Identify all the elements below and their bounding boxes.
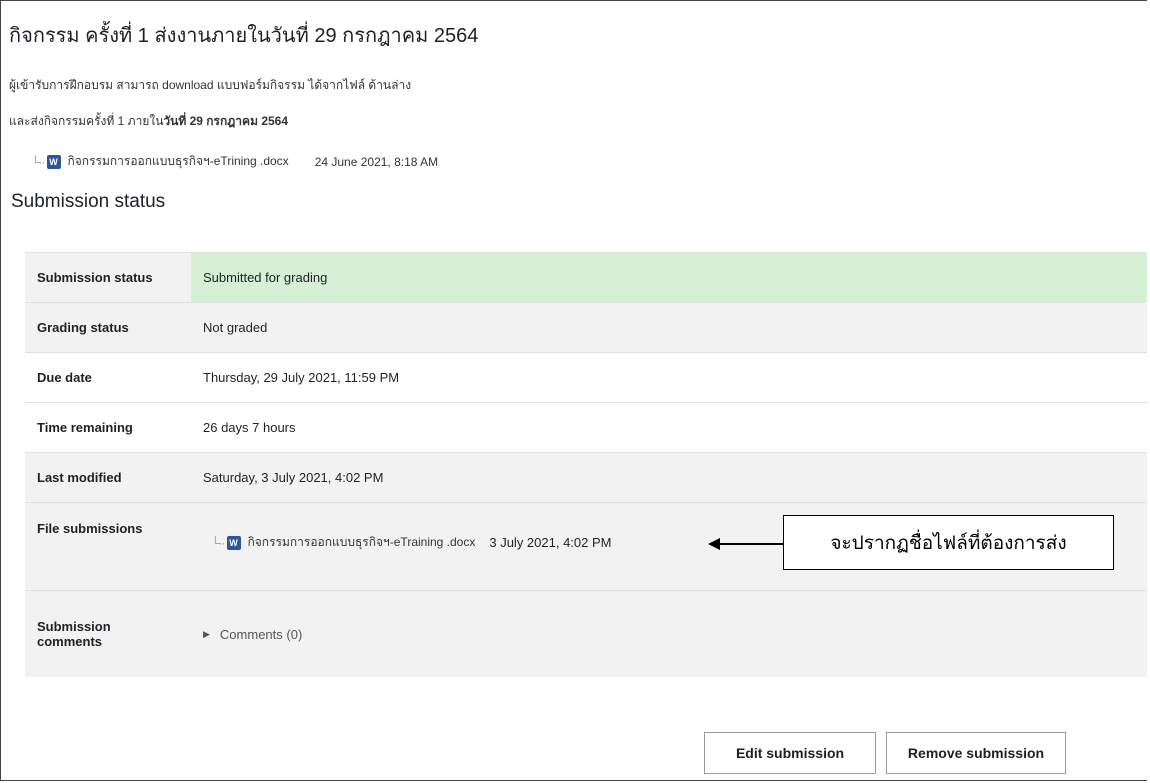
description-deadline: วันที่ 29 กรกฎาคม 2564 [163, 114, 289, 128]
comments-toggle[interactable]: ▶ Comments (0) [203, 627, 302, 642]
table-row: Time remaining 26 days 7 hours [25, 402, 1147, 453]
annotation-arrow-icon [708, 538, 784, 550]
activity-title: กิจกรรม ครั้งที่ 1 ส่งงานภายในวันที่ 29 … [9, 25, 479, 47]
submission-comments-value: ▶ Comments (0) [191, 590, 1147, 677]
time-remaining-value: 26 days 7 hours [191, 402, 1147, 453]
submitted-file: └·· W กิจกรรมการออกแบบธุรกิจฯ-eTraining … [203, 529, 616, 556]
attachment-file-date: 24 June 2021, 8:18 AM [314, 154, 439, 169]
activity-description-line-1: ผู้เข้ารับการฝึกอบรม สามารถ download แบบ… [9, 78, 412, 92]
grading-status-value: Not graded [191, 302, 1147, 353]
attachment-file-link[interactable]: กิจกรรมการออกแบบธุรกิจฯ-eTrining .docx [68, 152, 289, 171]
table-row: Submission status Submitted for grading [25, 252, 1147, 303]
submitted-file-link[interactable]: กิจกรรมการออกแบบธุรกิจฯ-eTraining .docx [248, 533, 476, 552]
submission-status-heading: Submission status [11, 191, 166, 212]
attachment-file: └·· W กิจกรรมการออกแบบธุรกิจฯ-eTrining .… [31, 152, 438, 171]
comments-link: Comments (0) [219, 627, 303, 643]
activity-description-line-2: และส่งกิจกรรมครั้งที่ 1 ภายในวันที่ 29 ก… [9, 112, 288, 131]
due-date-value: Thursday, 29 July 2021, 11:59 PM [191, 352, 1147, 403]
description-prefix: และส่งกิจกรรมครั้งที่ 1 ภายใน [9, 114, 164, 128]
page-frame: กิจกรรม ครั้งที่ 1 ส่งงานภายในวันที่ 29 … [0, 0, 1147, 781]
row-label: Grading status [25, 302, 191, 353]
caret-right-icon: ▶ [203, 629, 210, 640]
row-label: Last modified [25, 452, 191, 503]
annotation-callout: จะปรากฏชื่อไฟล์ที่ต้องการส่ง [783, 515, 1114, 570]
row-label: Submission comments [25, 590, 191, 677]
row-label: Due date [25, 352, 191, 403]
row-label: File submissions [25, 502, 191, 591]
edit-submission-button[interactable]: Edit submission [704, 732, 876, 774]
row-label: Time remaining [25, 402, 191, 453]
table-row: Last modified Saturday, 3 July 2021, 4:0… [25, 452, 1147, 503]
remove-submission-button[interactable]: Remove submission [886, 732, 1066, 774]
word-doc-icon: W [226, 535, 241, 550]
tree-connector-icon: └·· [211, 535, 225, 550]
row-label: Submission status [25, 252, 191, 303]
submission-status-value: Submitted for grading [191, 252, 1147, 303]
table-row: Grading status Not graded [25, 302, 1147, 353]
word-doc-icon: W [46, 154, 61, 169]
last-modified-value: Saturday, 3 July 2021, 4:02 PM [191, 452, 1147, 503]
table-row: Submission comments ▶ Comments (0) [25, 590, 1147, 677]
tree-connector-icon: └·· [31, 154, 45, 169]
table-row: Due date Thursday, 29 July 2021, 11:59 P… [25, 352, 1147, 403]
submission-status-table: Submission status Submitted for grading … [25, 252, 1147, 677]
submitted-file-date: 3 July 2021, 4:02 PM [489, 535, 612, 550]
